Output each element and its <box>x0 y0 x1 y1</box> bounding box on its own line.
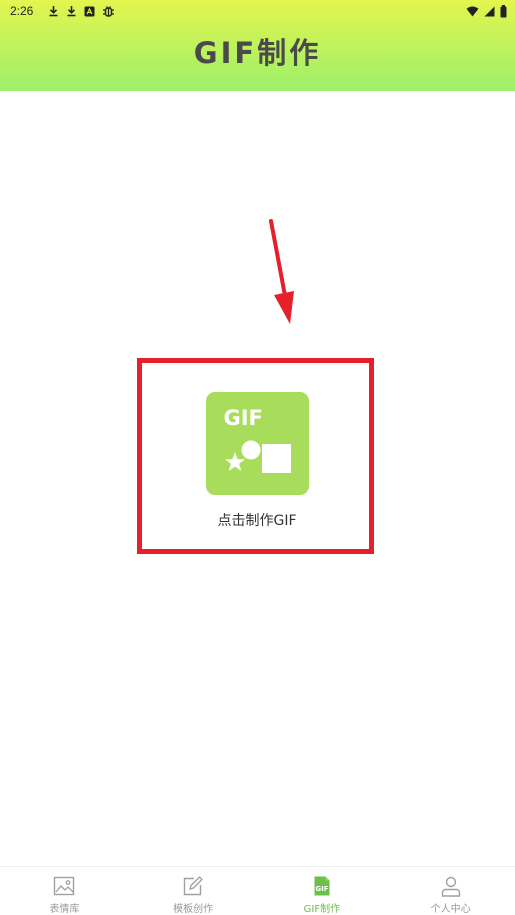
svg-text:GIF: GIF <box>315 885 328 893</box>
status-right <box>466 4 507 18</box>
app-notification-icon <box>84 6 95 17</box>
status-time: 2:26 <box>10 4 34 18</box>
bottom-tab-bar: 表情库 模板创作 GIF GIF制作 个人中心 <box>0 866 515 915</box>
page-title: GIF制作 <box>193 36 322 70</box>
person-icon <box>439 874 463 898</box>
gif-tile-text: GIF <box>223 406 263 430</box>
tab-label: GIF制作 <box>303 904 341 915</box>
image-icon <box>52 874 76 898</box>
edit-icon <box>181 874 205 898</box>
status-left: 2:26 <box>10 4 115 18</box>
make-gif-label[interactable]: 点击制作GIF <box>217 510 296 530</box>
tab-label: 个人中心 <box>430 904 471 915</box>
tab-label: 模板创作 <box>173 904 214 915</box>
status-bar: 2:26 <box>0 0 515 22</box>
gif-file-icon: GIF <box>310 874 334 898</box>
tab-personal-center[interactable]: 个人中心 <box>386 867 515 915</box>
tab-label: 表情库 <box>49 904 80 915</box>
wifi-icon <box>466 6 479 17</box>
app-header: 2:26 GIF制作 <box>0 0 515 91</box>
bug-icon <box>102 5 115 18</box>
annotation-arrow <box>269 219 294 324</box>
signal-icon <box>484 6 495 17</box>
tab-emoji-library[interactable]: 表情库 <box>0 867 129 915</box>
make-gif-button[interactable]: GIF 点击制作GIF <box>195 392 319 530</box>
download-icon <box>66 5 77 17</box>
gif-maker-icon[interactable]: GIF <box>205 392 309 495</box>
tab-gif-making[interactable]: GIF GIF制作 <box>258 867 387 915</box>
tab-template-creation[interactable]: 模板创作 <box>129 867 258 915</box>
battery-icon <box>500 4 507 18</box>
download-icon <box>48 5 59 17</box>
